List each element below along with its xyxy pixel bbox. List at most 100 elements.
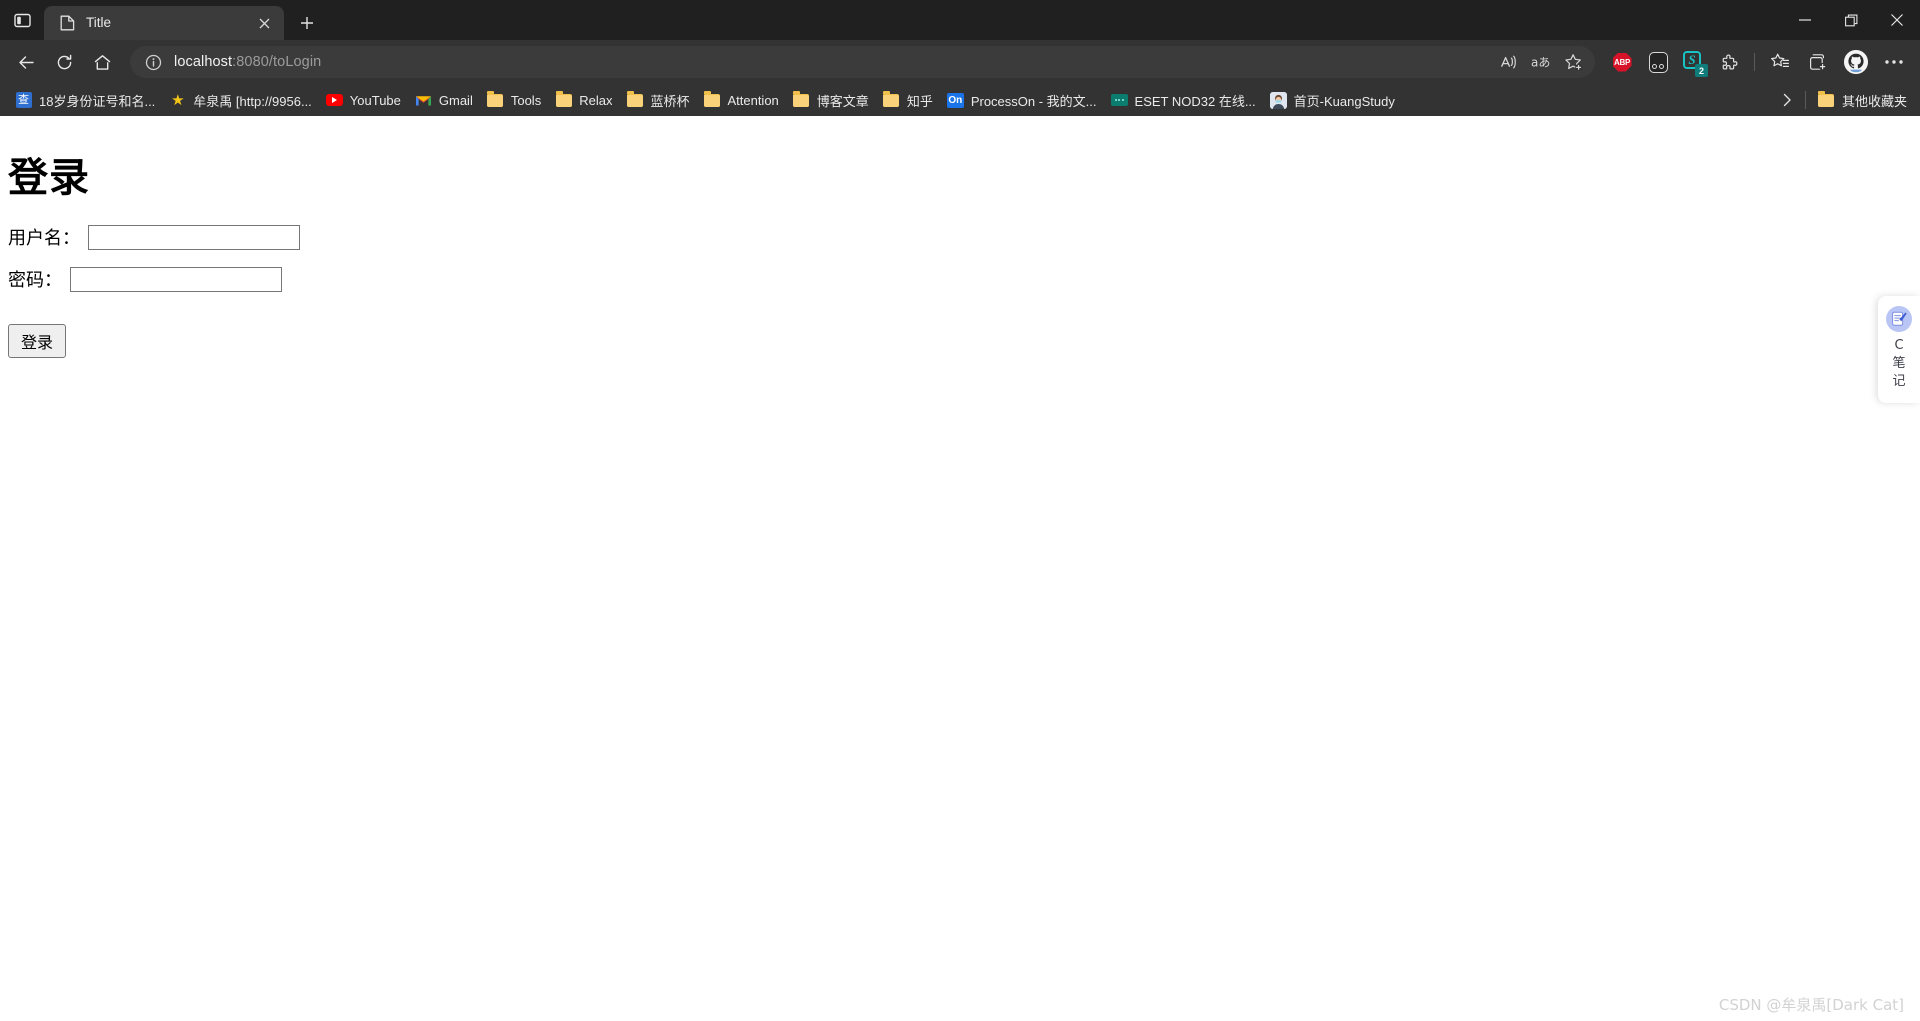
- username-label: 用户名：: [8, 228, 80, 249]
- settings-and-more-icon[interactable]: [1876, 46, 1912, 78]
- abp-icon: ABP: [1612, 52, 1632, 72]
- extension-dashlane[interactable]: [1641, 46, 1675, 78]
- bookmark-label: ESET NOD32 在线...: [1134, 93, 1256, 109]
- bookmark-label: 其他收藏夹: [1841, 93, 1907, 109]
- minimize-icon[interactable]: [1782, 0, 1828, 40]
- folder-icon: [555, 90, 572, 109]
- translate-icon[interactable]: aあ: [1525, 48, 1557, 76]
- bookmark-label: Tools: [510, 92, 542, 108]
- collections-icon[interactable]: [1800, 46, 1836, 78]
- restore-icon[interactable]: [1828, 0, 1874, 40]
- bookmark-label: Relax: [579, 92, 613, 108]
- svg-text:aあ: aあ: [1531, 56, 1550, 70]
- tab-strip: Title: [0, 0, 1920, 40]
- bookmark-item[interactable]: 查 18岁身份证号和名...: [8, 87, 162, 113]
- login-page: 登录 用户名： 密码： 登录: [0, 116, 1920, 366]
- close-icon[interactable]: [252, 11, 276, 35]
- bookmark-item[interactable]: On ProcessOn - 我的文...: [940, 87, 1104, 113]
- bookmark-folder[interactable]: Attention: [696, 87, 785, 113]
- password-label: 密码：: [8, 270, 62, 291]
- youtube-icon: [325, 92, 343, 109]
- close-window-icon[interactable]: [1874, 0, 1920, 40]
- bookmarks-overflow-area: 其他收藏夹: [1774, 87, 1914, 113]
- c-notes-label: C 笔 记: [1892, 337, 1905, 391]
- bookmark-folder[interactable]: Relax: [548, 87, 619, 113]
- bookmark-folder[interactable]: 博客文章: [786, 87, 876, 113]
- favorites-icon[interactable]: [1762, 46, 1798, 78]
- dashlane-icon: [1648, 51, 1668, 73]
- folder-icon: [626, 90, 643, 109]
- extensions-area: ABP S 2: [1605, 46, 1747, 78]
- sider-badge-count: 2: [1695, 64, 1708, 77]
- tab-title: Title: [86, 15, 112, 30]
- bookmark-folder-other[interactable]: 其他收藏夹: [1811, 87, 1914, 113]
- c-notes-side-widget[interactable]: C 笔 记: [1878, 296, 1920, 403]
- bookmark-label: YouTube: [349, 92, 401, 108]
- bookmark-label: 博客文章: [816, 93, 869, 109]
- address-bar-url[interactable]: localhost:8080/toLogin: [166, 54, 1493, 70]
- c-notes-line: 笔: [1892, 355, 1906, 371]
- form-row-username: 用户名：: [8, 224, 1912, 250]
- bookmark-label: Attention: [727, 92, 779, 108]
- page-icon: [58, 14, 76, 32]
- github-avatar-icon: [1844, 50, 1868, 74]
- browser-tab[interactable]: Title: [44, 6, 284, 40]
- url-host: localhost: [174, 54, 233, 70]
- bookmark-label: ProcessOn - 我的文...: [970, 93, 1097, 109]
- note-pen-icon: [1886, 306, 1912, 332]
- folder-icon: [703, 90, 720, 109]
- back-icon[interactable]: [8, 46, 44, 78]
- bookmark-label: 18岁身份证号和名...: [39, 93, 156, 109]
- bookmark-item[interactable]: 首页-KuangStudy: [1263, 87, 1402, 113]
- browser-toolbar: localhost:8080/toLogin aあ ABP S 2: [0, 40, 1920, 84]
- page-viewport: 登录 用户名： 密码： 登录 C 笔 记 CSDN @牟泉禹[Dark Cat]: [0, 116, 1920, 1021]
- sider-icon: S 2: [1683, 51, 1708, 77]
- read-aloud-icon[interactable]: [1493, 48, 1525, 76]
- extension-adblock-plus[interactable]: ABP: [1605, 46, 1639, 78]
- address-bar[interactable]: localhost:8080/toLogin aあ: [130, 46, 1595, 78]
- window-controls: [1782, 0, 1920, 40]
- folder-icon: [883, 90, 900, 109]
- kuangstudy-icon: [1269, 91, 1287, 109]
- bookmark-item[interactable]: ★ 牟泉禹 [http://9956...: [162, 87, 319, 113]
- c-notes-line: 记: [1892, 373, 1906, 389]
- bookmark-label: 首页-KuangStudy: [1293, 93, 1395, 109]
- bookmark-item[interactable]: Gmail: [408, 87, 480, 113]
- c-notes-line: C: [1894, 338, 1904, 353]
- bookmark-folder[interactable]: Tools: [480, 87, 548, 113]
- folder-icon: [793, 90, 810, 109]
- bookmark-item[interactable]: ESET NOD32 在线...: [1104, 87, 1263, 113]
- star-icon: ★: [171, 91, 185, 109]
- form-row-password: 密码：: [8, 266, 1912, 292]
- add-favorite-icon[interactable]: [1557, 48, 1589, 76]
- bookmark-item[interactable]: YouTube: [319, 87, 408, 113]
- bookmarks-bar: 查 18岁身份证号和名... ★ 牟泉禹 [http://9956... You…: [0, 84, 1920, 116]
- bookmark-label: Gmail: [438, 92, 473, 108]
- bookmark-folder[interactable]: 蓝桥杯: [619, 87, 696, 113]
- page-title: 登录: [8, 155, 90, 201]
- site-information-icon[interactable]: [140, 49, 166, 75]
- profile-avatar[interactable]: [1838, 46, 1874, 78]
- new-tab-icon[interactable]: [290, 6, 324, 40]
- processon-icon: On: [946, 92, 964, 108]
- eset-icon: [1110, 92, 1128, 109]
- extensions-puzzle-icon[interactable]: [1713, 46, 1747, 78]
- username-input[interactable]: [88, 224, 300, 250]
- address-bar-actions: aあ: [1493, 48, 1589, 76]
- bookmark-label: 蓝桥杯: [650, 93, 690, 109]
- csdn-watermark: CSDN @牟泉禹[Dark Cat]: [1718, 996, 1904, 1014]
- bookmark-label: 知乎: [906, 93, 933, 109]
- folder-icon: [487, 90, 504, 109]
- login-submit-button[interactable]: 登录: [8, 324, 67, 358]
- refresh-icon[interactable]: [46, 46, 82, 78]
- cha-icon: 查: [15, 92, 32, 109]
- home-icon[interactable]: [84, 46, 120, 78]
- password-input[interactable]: [70, 266, 282, 292]
- bookmarks-divider: [1804, 91, 1806, 109]
- toolbar-divider: [1754, 53, 1755, 71]
- tab-actions-menu-icon[interactable]: [0, 0, 44, 40]
- folder-icon: [1818, 90, 1835, 109]
- chevron-right-icon[interactable]: [1774, 87, 1800, 113]
- extension-sider[interactable]: S 2: [1677, 46, 1711, 78]
- bookmark-folder[interactable]: 知乎: [876, 87, 940, 113]
